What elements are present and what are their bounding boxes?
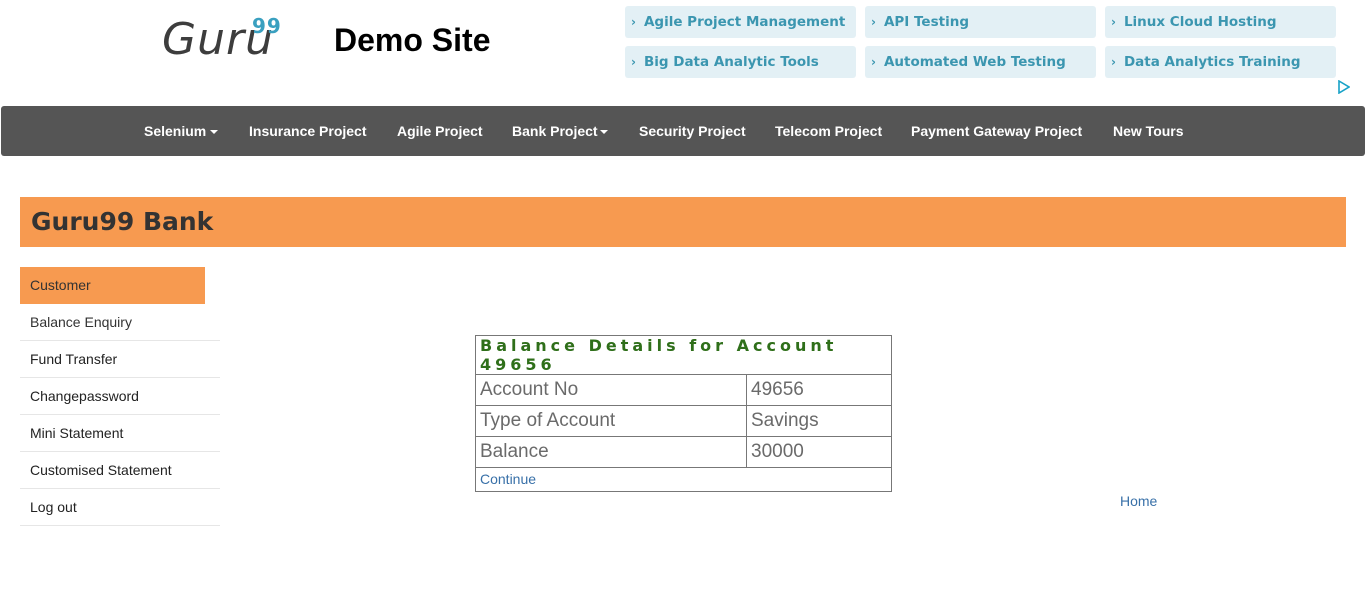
balance-details-title: Balance Details for Account 49656 [475,335,892,375]
continue-link[interactable]: Continue [480,471,536,487]
ad-link-big-data-analytic-tools[interactable]: › Big Data Analytic Tools [625,46,856,78]
ad-link-agile-project-management[interactable]: › Agile Project Management [625,6,856,38]
page: Guru 99 Demo Site › Agile Project Managem… [0,0,1366,613]
adchoices-icon[interactable] [1338,79,1352,95]
account-no-value: 49656 [746,374,892,406]
nav-payment-gateway-project[interactable]: Payment Gateway Project [911,106,1082,156]
balance-details-table: Balance Details for Account 49656 Accoun… [475,335,892,492]
ad-link-automated-web-testing[interactable]: › Automated Web Testing [865,46,1096,78]
sidebar-item-mini-statement[interactable]: Mini Statement [20,415,220,452]
table-row: Type of Account Savings [475,405,892,437]
guru99-logo[interactable]: Guru 99 [162,14,281,65]
nav-new-tours[interactable]: New Tours [1113,106,1184,156]
sidebar-item-changepassword[interactable]: Changepassword [20,378,220,415]
table-row: Account No 49656 [475,374,892,406]
sidebar-item-customised-statement[interactable]: Customised Statement [20,452,220,489]
sidebar-item-fund-transfer[interactable]: Fund Transfer [20,341,220,378]
chevron-right-icon: › [871,15,876,29]
balance-value: 30000 [746,436,892,468]
nav-insurance-project[interactable]: Insurance Project [249,106,367,156]
ad-link-api-testing[interactable]: › API Testing [865,6,1096,38]
caret-down-icon [210,130,219,135]
bank-header-bar: Guru99 Bank [20,197,1346,247]
sidebar-item-log-out[interactable]: Log out [20,489,220,526]
ad-link-linux-cloud-hosting[interactable]: › Linux Cloud Hosting [1105,6,1336,38]
sidebar-item-balance-enquiry[interactable]: Balance Enquiry [20,304,220,341]
account-type-value: Savings [746,405,892,437]
sidebar-menu: Customer Balance Enquiry Fund Transfer C… [20,267,220,526]
nav-security-project[interactable]: Security Project [639,106,746,156]
ad-links: › Agile Project Management › API Testing ›… [625,6,1337,80]
chevron-right-icon: › [1111,55,1116,69]
chevron-right-icon: › [631,15,636,29]
table-row: Balance 30000 [475,436,892,468]
sidebar-item-customer[interactable]: Customer [20,267,205,304]
nav-selenium[interactable]: Selenium [144,106,219,156]
home-link[interactable]: Home [1120,493,1157,509]
caret-down-icon [599,130,608,135]
chevron-right-icon: › [631,55,636,69]
nav-telecom-project[interactable]: Telecom Project [775,106,882,156]
account-no-label: Account No [475,374,747,406]
top-navbar: Selenium Insurance Project Agile Project… [1,106,1365,156]
balance-label: Balance [475,436,747,468]
account-type-label: Type of Account [475,405,747,437]
bank-title: Guru99 Bank [31,207,214,236]
chevron-right-icon: › [1111,15,1116,29]
ad-link-data-analytics-training[interactable]: › Data Analytics Training [1105,46,1336,78]
chevron-right-icon: › [871,55,876,69]
nav-bank-project[interactable]: Bank Project [512,106,608,156]
logo-superscript: 99 [252,14,282,38]
site-title: Demo Site [334,22,491,58]
nav-agile-project[interactable]: Agile Project [397,106,483,156]
